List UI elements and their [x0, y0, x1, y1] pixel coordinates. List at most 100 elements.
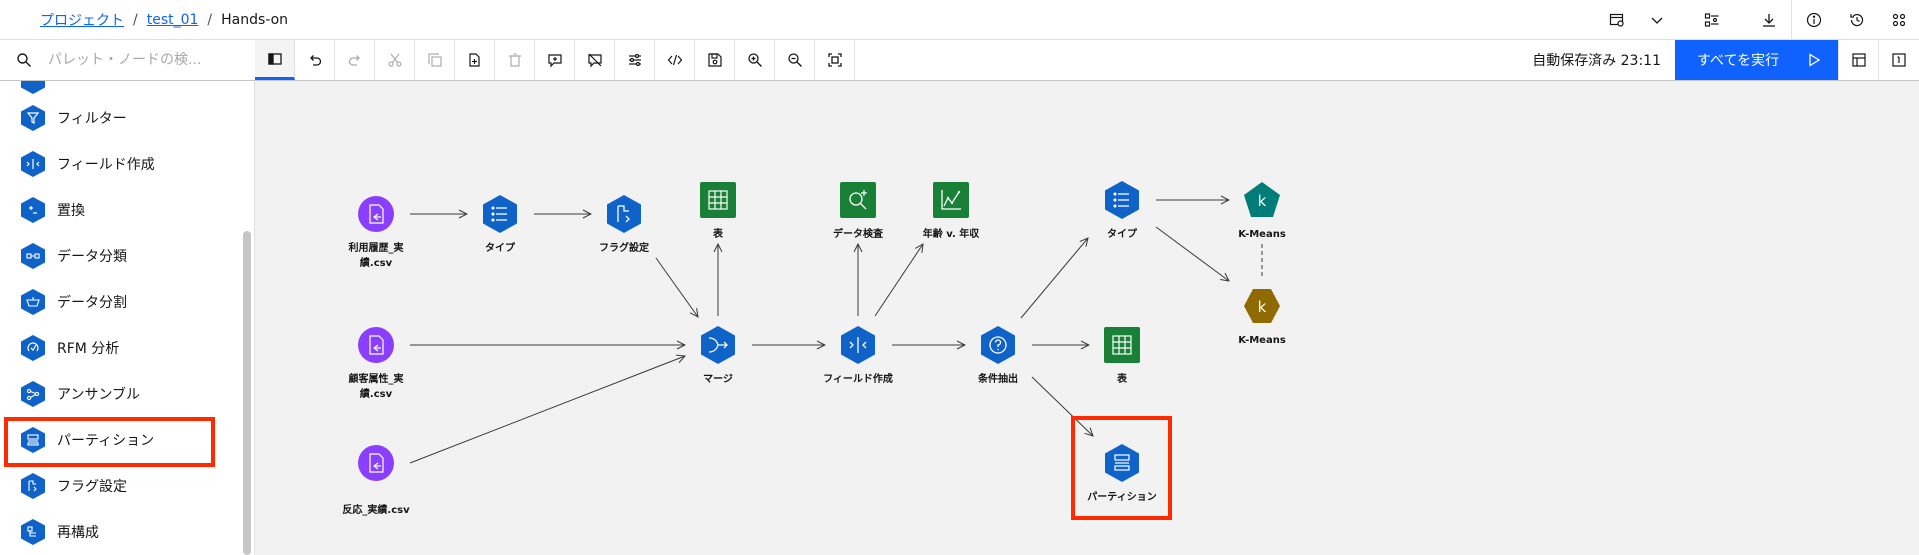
palette-item-label: データ分割 — [57, 295, 127, 311]
node-label: フラグ設定 — [599, 243, 649, 254]
partition-icon — [21, 427, 45, 453]
run-all-button[interactable]: すべてを実行 — [1675, 40, 1838, 80]
node-data-audit[interactable] — [838, 180, 878, 220]
app-switcher-icon[interactable] — [1879, 0, 1919, 40]
palette-item-derive[interactable]: フィールド作成 — [0, 141, 240, 187]
breadcrumb-separator: / — [133, 12, 138, 28]
panel-toggle-button[interactable] — [1878, 40, 1918, 80]
node-source-usage-csv[interactable] — [356, 194, 396, 234]
node-source-customer-csv[interactable] — [356, 325, 396, 365]
toggle-palette-button[interactable] — [255, 40, 295, 80]
link — [1020, 238, 1088, 319]
node-table-2[interactable] — [1102, 325, 1142, 365]
node-label: 条件抽出 — [978, 374, 1018, 385]
node-kmeans-2[interactable]: k — [1242, 286, 1282, 326]
palette-item-filter[interactable]: フィルター — [0, 95, 240, 141]
node-label: フィールド作成 — [823, 374, 893, 385]
kmeans-glyph: k — [1258, 298, 1267, 316]
info-icon[interactable] — [1791, 0, 1835, 40]
palette-item-label: 再構成 — [57, 525, 99, 541]
header-actions — [1597, 0, 1919, 40]
comment-hide-icon — [587, 53, 602, 68]
add-comment-button[interactable] — [535, 40, 575, 80]
copy-button[interactable] — [415, 40, 455, 80]
node-table-1[interactable] — [698, 180, 738, 220]
paste-icon — [468, 53, 480, 67]
redo-button[interactable] — [335, 40, 375, 80]
undo-icon — [309, 55, 321, 66]
node-select[interactable] — [978, 325, 1018, 365]
breadcrumb-project-link[interactable]: プロジェクト — [40, 10, 124, 30]
node-palette: フィルター フィールド作成 置換 データ分類 データ分割 RFM 分析 アンサン… — [0, 81, 255, 555]
paste-button[interactable] — [455, 40, 495, 80]
node-merge[interactable] — [698, 325, 738, 365]
node-type-1[interactable] — [480, 194, 520, 234]
split-icon — [21, 289, 45, 315]
node-set-to-flag[interactable] — [604, 194, 644, 234]
history-icon[interactable] — [1835, 0, 1879, 40]
palette-item-restructure[interactable]: 再構成 — [0, 509, 240, 555]
settings-button[interactable] — [615, 40, 655, 80]
save-icon — [707, 53, 722, 67]
breadcrumb-current: Hands-on — [221, 12, 289, 28]
node-partition[interactable] — [1102, 443, 1142, 483]
flow-canvas[interactable]: 利用履歴_実 績.csv タイプ フラグ設定 表 データ検査 年齢 v. 年収 … — [255, 81, 1919, 555]
hide-comments-button[interactable] — [575, 40, 615, 80]
trash-icon — [508, 53, 521, 67]
palette-item-partition[interactable]: パーティション — [0, 417, 240, 463]
undo-button[interactable] — [295, 40, 335, 80]
node-type-2[interactable] — [1102, 180, 1142, 220]
zoom-out-icon — [787, 53, 802, 67]
flow-settings-icon[interactable] — [1597, 0, 1637, 40]
node-label: タイプ — [485, 243, 515, 254]
node-kmeans-1[interactable]: k — [1242, 180, 1282, 220]
breadcrumb-flow-link[interactable]: test_01 — [147, 12, 199, 28]
side-panel-icon — [267, 52, 282, 65]
node-label: K-Means — [1238, 229, 1286, 240]
node-plot[interactable] — [931, 180, 971, 220]
palette-item-partial-icon — [21, 81, 45, 94]
node-label: 表 — [1117, 374, 1127, 385]
node-derive[interactable] — [838, 325, 878, 365]
breadcrumb: プロジェクト / test_01 / Hands-on — [40, 0, 288, 40]
palette-item-label: パーティション — [57, 433, 155, 449]
top-header: プロジェクト / test_01 / Hands-on — [0, 0, 1919, 40]
copy-icon — [427, 53, 442, 67]
palette-item-label: フィールド作成 — [57, 157, 155, 173]
palette-item-binning[interactable]: データ分類 — [0, 233, 240, 279]
variables-icon[interactable] — [1677, 0, 1747, 40]
link — [655, 257, 698, 317]
zoom-in-button[interactable] — [735, 40, 775, 80]
palette-item-set-to-flag[interactable]: フラグ設定 — [0, 463, 240, 509]
palette-scrollbar[interactable] — [243, 231, 251, 555]
chevron-down-icon[interactable] — [1637, 0, 1677, 40]
code-button[interactable] — [655, 40, 695, 80]
palette-item-label: アンサンブル — [57, 387, 141, 403]
outputs-button[interactable] — [1838, 40, 1878, 80]
palette-item-replace[interactable]: 置換 — [0, 187, 240, 233]
palette-item-rfm[interactable]: RFM 分析 — [0, 325, 240, 371]
node-label: タイプ — [1107, 229, 1137, 240]
node-source-reaction-csv[interactable] — [356, 443, 396, 483]
node-label: 表 — [713, 229, 723, 240]
save-version-button[interactable] — [695, 40, 735, 80]
set-to-flag-icon — [21, 473, 45, 499]
palette-item-ensemble[interactable]: アンサンブル — [0, 371, 240, 417]
play-icon — [1809, 53, 1821, 67]
cut-button[interactable] — [375, 40, 415, 80]
link — [874, 244, 923, 317]
delete-button[interactable] — [495, 40, 535, 80]
run-all-label: すべてを実行 — [1697, 53, 1780, 69]
palette-item-split[interactable]: データ分割 — [0, 279, 240, 325]
zoom-out-button[interactable] — [775, 40, 815, 80]
breadcrumb-separator: / — [207, 12, 213, 28]
node-label: パーティション — [1087, 492, 1157, 503]
restructure-icon — [21, 519, 45, 545]
cut-icon — [387, 53, 402, 67]
derive-icon — [21, 151, 45, 177]
fit-to-screen-button[interactable] — [815, 40, 855, 80]
replace-icon — [21, 197, 45, 223]
search-icon — [17, 53, 31, 67]
search-input[interactable] — [48, 52, 238, 68]
download-icon[interactable] — [1747, 0, 1791, 40]
